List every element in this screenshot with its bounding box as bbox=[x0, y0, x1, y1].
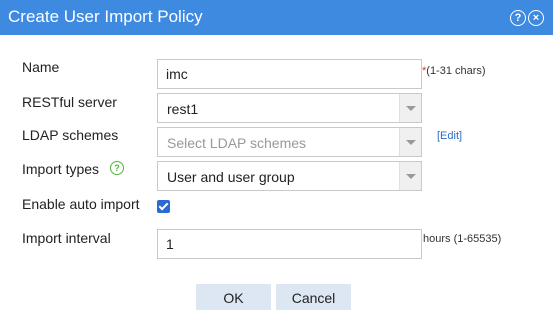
name-hint-text: (1-31 chars) bbox=[426, 65, 486, 77]
import-types-select[interactable]: User and user group bbox=[157, 161, 422, 191]
name-hint: *(1-31 chars) bbox=[422, 65, 486, 77]
ldap-schemes-placeholder: Select LDAP schemes bbox=[167, 135, 307, 151]
close-icon[interactable]: × bbox=[528, 10, 544, 26]
auto-import-label: Enable auto import bbox=[22, 196, 140, 212]
import-interval-hint: hours (1-65535) bbox=[423, 233, 502, 245]
ldap-schemes-select[interactable]: Select LDAP schemes bbox=[157, 127, 422, 157]
import-interval-label: Import interval bbox=[22, 230, 111, 246]
dialog-titlebar: Create User Import Policy ? × bbox=[0, 0, 553, 35]
auto-import-checkbox[interactable] bbox=[157, 200, 170, 213]
edit-ldap-link[interactable]: [Edit] bbox=[437, 130, 462, 142]
question-icon[interactable]: ? bbox=[110, 161, 124, 175]
restful-server-select[interactable]: rest1 bbox=[157, 93, 422, 123]
chevron-down-icon[interactable] bbox=[399, 162, 421, 190]
name-label: Name bbox=[22, 59, 60, 75]
import-types-label: Import types bbox=[22, 161, 100, 177]
ldap-schemes-label: LDAP schemes bbox=[22, 127, 119, 143]
name-input[interactable] bbox=[157, 59, 422, 89]
ok-button[interactable]: OK bbox=[196, 284, 271, 310]
help-icon[interactable]: ? bbox=[510, 10, 526, 26]
dialog-title: Create User Import Policy bbox=[8, 7, 203, 26]
restful-server-label: RESTful server bbox=[22, 94, 117, 110]
chevron-down-icon[interactable] bbox=[399, 128, 421, 156]
import-types-value: User and user group bbox=[167, 169, 295, 185]
import-interval-input[interactable] bbox=[157, 229, 422, 259]
cancel-button[interactable]: Cancel bbox=[276, 284, 351, 310]
restful-server-value: rest1 bbox=[167, 101, 199, 117]
chevron-down-icon[interactable] bbox=[399, 94, 421, 122]
